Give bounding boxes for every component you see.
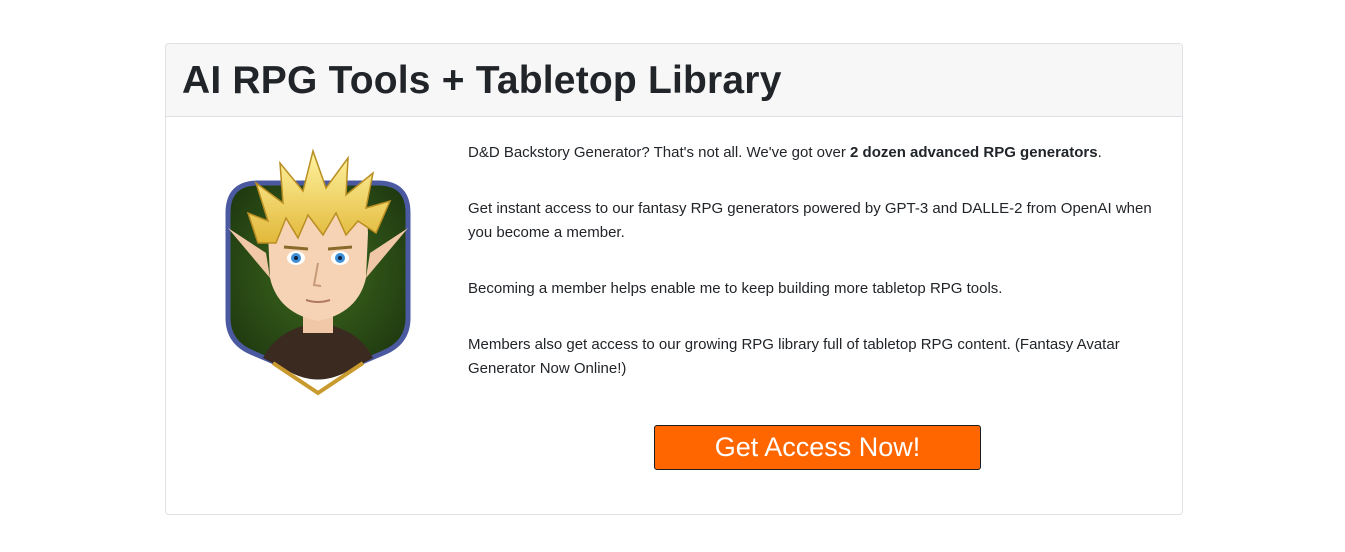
intro-period: . [1097, 144, 1102, 161]
get-access-button[interactable]: Get Access Now! [654, 425, 981, 470]
card-header: AI RPG Tools + Tabletop Library [166, 44, 1182, 117]
card-body: D&D Backstory Generator? That's not all.… [166, 117, 1182, 514]
page-title: AI RPG Tools + Tabletop Library [182, 58, 782, 102]
library-paragraph: Members also get access to our growing R… [468, 336, 1120, 377]
member-paragraph: Becoming a member helps enable me to kee… [468, 280, 1003, 297]
highlight-text: 2 dozen advanced RPG generators [850, 144, 1098, 161]
intro-paragraph: D&D Backstory Generator? That's not all.… [468, 141, 1168, 165]
access-paragraph: Get instant access to our fantasy RPG ge… [468, 200, 1152, 241]
description-text: D&D Backstory Generator? That's not all.… [468, 141, 1168, 413]
intro-text: D&D Backstory Generator? That's not all.… [468, 144, 851, 161]
promo-card: AI RPG Tools + Tabletop Library D&D Back… [165, 43, 1183, 515]
elf-avatar-icon [218, 143, 418, 403]
